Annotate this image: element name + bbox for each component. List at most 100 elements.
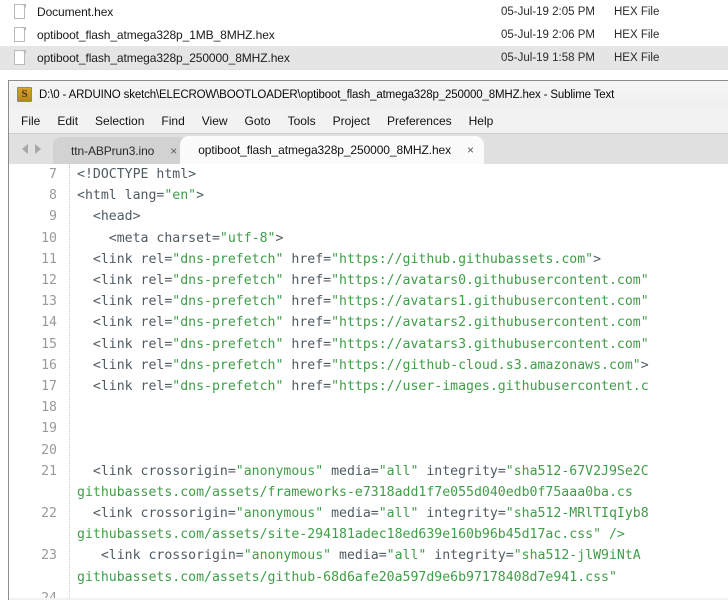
sublime-text-window: D:\0 - ARDUINO sketch\ELECROW\BOOTLOADER… [8,80,728,600]
file-row[interactable]: optiboot_flash_atmega328p_1MB_8MHZ.hex 05… [0,23,728,46]
code-text: <link crossorigin="anonymous" media="all… [77,464,649,479]
code-line: 19 [9,418,728,439]
menu-item-view[interactable]: View [202,112,237,130]
code-line-wrapped: githubassets.com/assets/frameworks-e7318… [9,482,728,503]
code-token-plain: <meta charset= [77,230,220,246]
code-token-plain: href= [283,273,332,289]
tab-bar: ttn-ABPrun3.ino × optiboot_flash_atmega328… [9,133,728,164]
code-token-str: "en" [164,188,197,204]
code-lines: 7 <!DOCTYPE html> 8 <html lang="en"> 9 <head… [9,164,728,598]
menu-item-goto[interactable]: Goto [245,112,280,130]
code-token-str: "anonymous" [235,506,324,522]
file-name: optiboot_flash_atmega328p_1MB_8MHZ.hex [37,27,275,42]
code-line: 20 [9,439,728,460]
code-token-plain: integrity= [418,463,506,479]
code-editor[interactable]: 7 <!DOCTYPE html> 8 <html lang="en"> 9 <head… [9,164,728,598]
chevron-left-icon[interactable] [21,144,28,154]
menu-item-find[interactable]: Find [161,112,193,130]
code-token-plain: <html lang= [77,188,165,204]
code-text: <link rel="dns-prefetch" href="https://a… [77,315,649,330]
file-explorer-rows: Document.hex 05-Jul-19 2:05 PM HEX File opt… [0,0,728,69]
code-line: 17 <link rel="dns-prefetch" href="https:… [9,376,728,397]
code-token-str: "anonymous" [235,463,324,479]
editor-tab-active[interactable]: optiboot_flash_atmega328p_250000_8MHZ.he… [180,136,485,164]
screen-root: Document.hex 05-Jul-19 2:05 PM HEX File opt… [0,0,728,600]
code-token-plain: > [275,230,284,246]
menu-bar: File Edit Selection Find View Goto Tools Projec… [9,108,728,133]
explorer-divider [0,69,728,70]
code-token-plain: integrity= [426,548,514,564]
menu-item-edit[interactable]: Edit [57,112,87,130]
line-number: 14 [41,315,57,331]
code-token-plain: <link rel= [77,357,173,373]
line-number: 13 [41,294,57,310]
code-token-plain: href= [283,315,332,331]
code-line: 16 <link rel="dns-prefetch" href="https:… [9,355,728,376]
code-token-plain: href= [283,294,332,310]
code-token-str: "dns-prefetch" [172,251,284,267]
menu-item-project[interactable]: Project [333,112,379,130]
code-text-continuation: githubassets.com/assets/frameworks-e7318… [77,484,633,500]
code-token-str: "dns-prefetch" [172,294,284,310]
line-number: 18 [41,400,57,416]
code-line: 21 <link crossorigin="anonymous" media="… [9,461,728,482]
tab-nav-arrows[interactable] [9,134,53,164]
file-row[interactable]: Document.hex 05-Jul-19 2:05 PM HEX File [0,0,728,23]
code-text: <link rel="dns-prefetch" href="https://a… [77,337,649,352]
code-text: <link rel="dns-prefetch" href="https://g… [77,252,601,267]
line-number: 11 [41,251,57,267]
code-token-plain: href= [283,378,332,394]
code-line: 22 <link crossorigin="anonymous" media="… [9,503,728,524]
menu-item-preferences[interactable]: Preferences [387,112,461,130]
code-token-plain: href= [283,357,332,373]
code-token-str: "all" [378,463,419,479]
code-token-plain: media= [323,506,379,522]
file-icon [12,49,28,67]
code-line: 9 <head> [9,206,728,227]
file-date-modified: 05-Jul-19 1:58 PM [501,51,595,64]
code-token-plain: <head> [77,209,141,225]
code-token-plain: <link crossorigin= [77,506,236,522]
code-line: 24 [9,588,728,598]
code-line-wrapped: githubassets.com/assets/site-294181adec1… [9,524,728,545]
code-token-str: "sha512-MRlTIqIyb8 [505,506,649,522]
code-text: <meta charset="utf-8"> [77,230,284,246]
line-number: 10 [41,230,57,246]
code-token-plain: > [593,251,602,267]
code-line-wrapped: githubassets.com/assets/github-68d6afe20… [9,567,728,588]
file-name: Document.hex [37,4,114,19]
code-text: <link crossorigin="anonymous" media="all… [77,506,649,521]
file-name: optiboot_flash_atmega328p_250000_8MHZ.he… [37,50,290,65]
code-text-continuation: githubassets.com/assets/github-68d6afe20… [77,569,617,585]
menu-item-help[interactable]: Help [469,112,503,130]
editor-tab[interactable]: ttn-ABPrun3.ino × [53,137,188,164]
code-token-str: "utf-8" [219,230,276,246]
code-text: <link rel="dns-prefetch" href="https://u… [77,379,649,394]
code-line: 10 <meta charset="utf-8"> [9,228,728,249]
file-row[interactable]: optiboot_flash_atmega328p_250000_8MHZ.he… [0,46,728,69]
code-line: 15 <link rel="dns-prefetch" href="https:… [9,334,728,355]
tab-close-icon[interactable]: × [170,145,177,157]
code-token-str: "https://github-cloud.s3.amazonaws.com" [331,357,641,373]
code-token-str: "all" [386,548,427,564]
line-number: 21 [41,463,57,479]
code-line: 8 <html lang="en"> [9,185,728,206]
menu-item-tools[interactable]: Tools [288,112,325,130]
menu-item-selection[interactable]: Selection [95,112,153,130]
code-token-str: "https://user-images.githubusercontent.c [331,378,649,394]
line-number: 20 [41,442,57,458]
code-token-plain: <link crossorigin= [77,463,236,479]
window-titlebar[interactable]: D:\0 - ARDUINO sketch\ELECROW\BOOTLOADER… [9,81,728,108]
tab-close-icon[interactable]: × [467,144,474,156]
menu-item-file[interactable]: File [21,112,49,130]
file-date-modified: 05-Jul-19 2:06 PM [501,28,595,41]
chevron-right-icon[interactable] [34,144,41,154]
tab-bar-filler [477,137,728,164]
code-line: 12 <link rel="dns-prefetch" href="https:… [9,270,728,291]
code-text: <link rel="dns-prefetch" href="https://a… [77,294,649,309]
code-token-str: "dns-prefetch" [172,315,284,331]
code-text: <link rel="dns-prefetch" href="https://g… [77,358,649,373]
line-number: 19 [41,421,57,437]
code-token-plain: <link rel= [77,315,173,331]
file-type: HEX File [614,28,660,41]
